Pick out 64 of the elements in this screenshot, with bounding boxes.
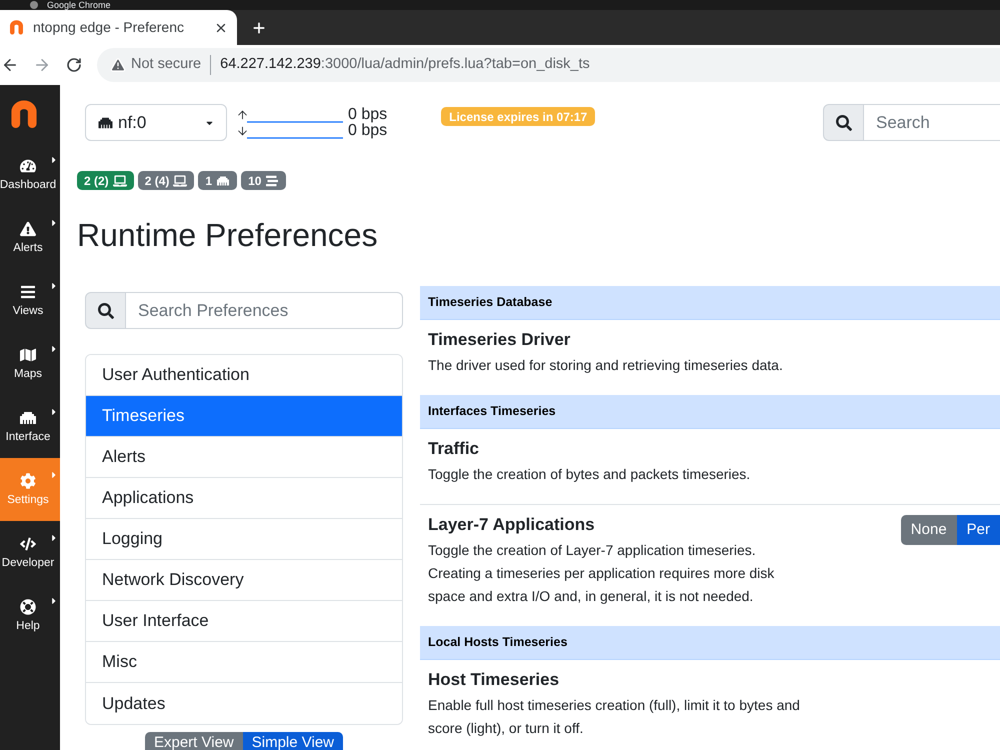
caret-icon bbox=[51, 470, 57, 480]
address-bar[interactable]: Not secure 64.227.142.239:3000/lua/admin/prefs.lua?tab=on_disk_ts bbox=[97, 48, 1000, 82]
section-header: Local Hosts Timeseries bbox=[420, 626, 1000, 660]
list-icon bbox=[265, 174, 280, 186]
forward-icon[interactable] bbox=[33, 56, 51, 74]
search-icon bbox=[836, 114, 852, 130]
caret-icon bbox=[51, 407, 57, 417]
setting-description: Enable full host timeseries creation (full), limit it to bytes and score (light), or turn it off. bbox=[428, 696, 801, 738]
setting-title: Timeseries Driver bbox=[428, 329, 572, 351]
category-item[interactable]: Timeseries bbox=[86, 396, 402, 437]
menu-icon bbox=[20, 284, 36, 300]
new-tab-icon[interactable] bbox=[251, 20, 267, 36]
back-icon[interactable] bbox=[1, 56, 19, 74]
map-icon bbox=[20, 346, 36, 362]
section-header: Timeseries Database bbox=[420, 286, 1000, 320]
app-title: Google Chrome bbox=[47, 0, 111, 10]
browser-tab[interactable]: ntopng edge - Preferenc bbox=[0, 10, 237, 45]
page-title: Runtime Preferences bbox=[77, 216, 379, 255]
bandwidth-reading: 0 bps bbox=[348, 106, 388, 122]
ethernet-icon bbox=[20, 410, 36, 426]
gauge-icon bbox=[20, 158, 36, 174]
laptop-icon bbox=[173, 174, 188, 186]
warning-icon bbox=[20, 220, 36, 236]
search-icon bbox=[98, 302, 114, 318]
option-button[interactable]: None bbox=[900, 515, 957, 545]
lifebuoy-icon bbox=[20, 598, 36, 614]
reload-icon[interactable] bbox=[66, 57, 82, 73]
security-label[interactable]: Not secure bbox=[131, 54, 202, 76]
logo-icon bbox=[11, 100, 37, 128]
category-item[interactable]: User Authentication bbox=[86, 355, 402, 396]
caret-icon bbox=[51, 281, 57, 291]
bandwidth-reading: 0 bps bbox=[348, 122, 388, 138]
ethernet-icon bbox=[97, 116, 114, 130]
ethernet-icon bbox=[216, 174, 230, 186]
view-toggle-button[interactable]: Simple View bbox=[242, 732, 344, 750]
settings-icon bbox=[20, 472, 36, 488]
count-badge[interactable]: 2 (4) bbox=[138, 171, 194, 190]
search-field[interactable]: Search bbox=[864, 104, 1000, 141]
setting-description: Toggle the creation of bytes and packets timeseries. bbox=[428, 465, 752, 484]
setting-title: Host Timeseries bbox=[428, 669, 560, 691]
caret-icon bbox=[51, 155, 57, 165]
setting-title: Layer-7 Applications bbox=[428, 514, 596, 536]
laptop-icon bbox=[112, 174, 127, 186]
view-toggle-button[interactable]: Expert View bbox=[144, 732, 243, 750]
setting-title: Traffic bbox=[428, 438, 480, 460]
caret-icon bbox=[51, 344, 57, 354]
setting-description: The driver used for storing and retrieving timeseries data. bbox=[428, 356, 784, 375]
caret-icon bbox=[51, 533, 57, 543]
caret-icon bbox=[51, 218, 57, 228]
count-badge[interactable]: 1 bbox=[198, 171, 238, 190]
count-badge[interactable]: 2 (2) bbox=[77, 171, 134, 190]
setting-description: Toggle the creation of Layer-7 application timeseries. Creating a timeseries per application requires more disk space and extra I/O and, in general, it is not needed. bbox=[428, 541, 776, 606]
url-text[interactable]: 64.227.142.239:3000/lua/admin/prefs.lua?tab=on_disk_ts bbox=[220, 54, 590, 76]
favicon-icon bbox=[10, 20, 23, 35]
code-icon bbox=[20, 536, 36, 552]
interface-select[interactable]: nf:0 bbox=[85, 104, 227, 141]
caret-icon bbox=[51, 596, 57, 606]
app-icon bbox=[30, 1, 38, 9]
license-badge: License expires in 07:17 bbox=[441, 107, 596, 126]
section-header: Interfaces Timeseries bbox=[420, 395, 1000, 429]
search-field[interactable]: Search Preferences bbox=[126, 292, 403, 329]
count-badge[interactable]: 10 bbox=[241, 171, 286, 190]
warning-icon[interactable] bbox=[110, 57, 126, 73]
option-button[interactable]: Per bbox=[956, 515, 1000, 545]
